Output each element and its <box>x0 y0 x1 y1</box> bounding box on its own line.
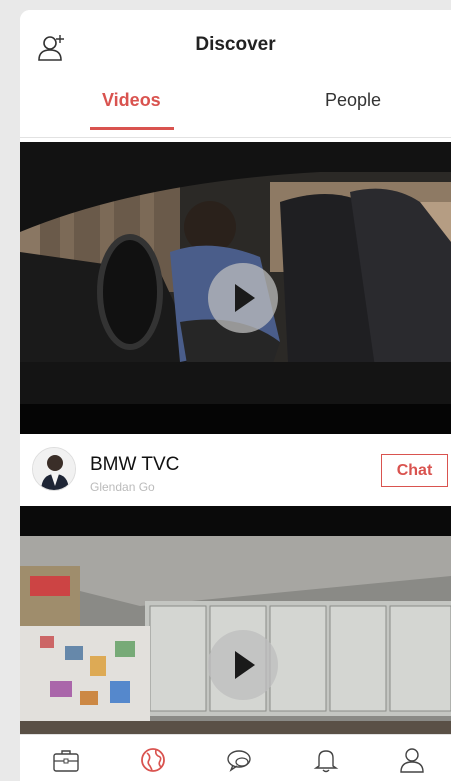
header: Discover Videos People <box>20 10 451 138</box>
video-player-1[interactable] <box>20 142 451 434</box>
video-info-row: BMW TVC Glendan Go Chat <box>20 434 451 506</box>
globe-icon[interactable] <box>138 745 168 775</box>
chat-bubbles-icon[interactable] <box>224 745 254 775</box>
page-title: Discover <box>195 34 276 55</box>
play-icon <box>235 651 255 679</box>
bottom-tab-bar <box>20 734 451 781</box>
app-screen: Discover Videos People BMW TVC Glendan G… <box>20 10 451 781</box>
play-button[interactable] <box>208 263 278 333</box>
avatar-image <box>33 448 75 490</box>
profile-icon[interactable] <box>397 745 427 775</box>
briefcase-icon[interactable] <box>51 745 81 775</box>
bell-icon[interactable] <box>311 745 341 775</box>
avatar[interactable] <box>32 447 76 491</box>
chat-button[interactable]: Chat <box>381 454 448 487</box>
tab-videos[interactable]: Videos <box>102 90 161 111</box>
video-thumbnail-kitchen <box>20 506 451 734</box>
play-icon <box>235 284 255 312</box>
video-author[interactable]: Glendan Go <box>90 480 155 494</box>
video-title[interactable]: BMW TVC <box>90 454 179 476</box>
video-player-2[interactable] <box>20 506 451 734</box>
play-button[interactable] <box>208 630 278 700</box>
active-tab-indicator <box>90 127 174 130</box>
tab-people[interactable]: People <box>325 90 381 111</box>
